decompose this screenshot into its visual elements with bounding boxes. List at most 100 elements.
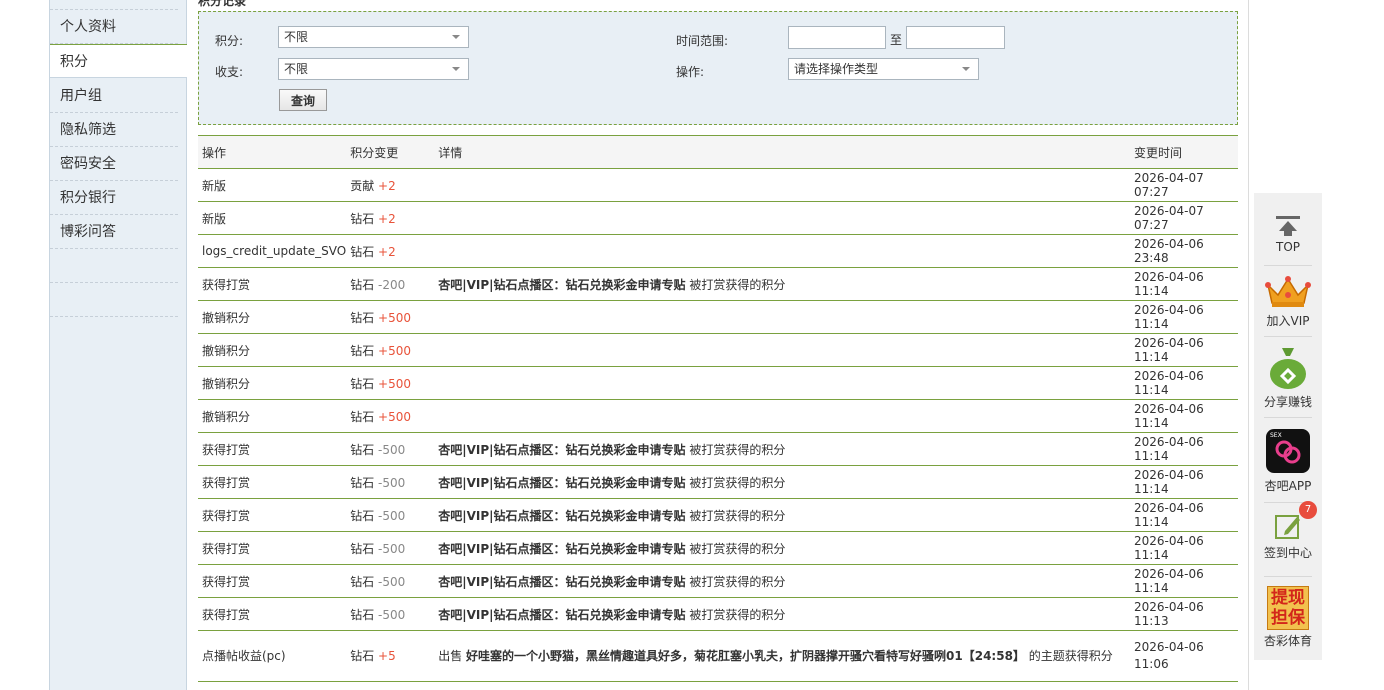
app-icon: SEX <box>1266 429 1310 473</box>
main-content: 积分记录 积分: 不限 收支: 不限 时间范围: 至 操作: 请选择操作类型 查… <box>198 0 1238 690</box>
row-detail-suffix: 被打赏获得的积分 <box>685 508 786 523</box>
row-change: 钻石 +2 <box>346 234 435 268</box>
thread-link[interactable]: 杏吧|VIP|钻石点播区：钻石兑换彩金申请专贴 <box>438 476 685 490</box>
top-label: TOP <box>1275 240 1300 254</box>
row-delta: +500 <box>378 409 412 424</box>
row-unit: 钻石 <box>350 310 375 325</box>
operation-select[interactable]: 请选择操作类型 <box>788 58 979 80</box>
thread-link[interactable]: 好哇塞的一个小野猫，黑丝情趣道具好多，菊花肛塞小乳夫，扩阴器撑开骚穴看特写好骚咧… <box>466 649 1025 663</box>
row-detail <box>434 201 1130 235</box>
checkin-badge: 7 <box>1299 501 1317 519</box>
thread-link[interactable]: 杏吧|VIP|钻石点播区：钻石兑换彩金申请专贴 <box>438 443 685 457</box>
sidebar-item-password[interactable]: 密码安全 <box>50 147 178 181</box>
sidebar-item-label: 个人资料 <box>60 19 116 35</box>
row-operation: logs_credit_update_SVO <box>198 234 347 268</box>
share-earn-button[interactable]: 分享赚钱 <box>1254 346 1322 410</box>
row-operation: 新版 <box>198 201 347 235</box>
row-time: 2026-04-06 11:14 <box>1130 564 1238 598</box>
row-detail <box>434 333 1130 367</box>
sidebar-item-privacy[interactable]: 隐私筛选 <box>50 113 178 147</box>
income-select[interactable]: 不限 <box>278 58 469 80</box>
sidebar: 个人资料 积分 用户组 隐私筛选 密码安全 积分银行 博彩问答 <box>49 0 187 690</box>
row-time: 2026-04-06 11:14 <box>1130 366 1238 400</box>
row-delta: -200 <box>378 277 406 292</box>
thread-link[interactable]: 杏吧|VIP|钻石点播区：钻石兑换彩金申请专贴 <box>438 542 685 556</box>
sidebar-divider <box>50 249 178 283</box>
table-row: 点播帖收益(pc) 钻石 +5 出售 好哇塞的一个小野猫，黑丝情趣道具好多，菊花肛塞… <box>198 630 1238 682</box>
time-range-separator: 至 <box>890 33 903 47</box>
row-detail: 杏吧|VIP|钻石点播区：钻石兑换彩金申请专贴 被打赏获得的积分 <box>434 498 1130 532</box>
sidebar-item-hidden-top[interactable] <box>50 0 178 10</box>
row-operation: 获得打赏 <box>198 564 347 598</box>
row-time: 2026-04-06 11:14 <box>1130 498 1238 532</box>
app-download-button[interactable]: SEX 杏吧APP <box>1254 429 1322 494</box>
guarantee-label: 杏彩体育 <box>1263 634 1312 648</box>
row-unit: 钻石 <box>350 343 375 358</box>
row-unit: 钻石 <box>350 244 375 259</box>
row-time: 2026-04-07 07:27 <box>1130 168 1238 202</box>
sidebar-item-profile[interactable]: 个人资料 <box>50 10 178 44</box>
column-header-operation: 操作 <box>198 135 347 169</box>
table-row: 获得打赏 钻石 -500 杏吧|VIP|钻石点播区：钻石兑换彩金申请专贴 被打赏获得… <box>198 564 1238 598</box>
row-delta: -500 <box>378 442 406 457</box>
row-time: 2026-04-06 11:14 <box>1130 465 1238 499</box>
row-detail <box>434 366 1130 400</box>
thread-link[interactable]: 杏吧|VIP|钻石点播区：钻石兑换彩金申请专贴 <box>438 509 685 523</box>
row-change: 钻石 -500 <box>346 465 435 499</box>
row-change: 钻石 -500 <box>346 531 435 565</box>
row-delta: -500 <box>378 607 406 622</box>
vip-label: 加入VIP <box>1266 314 1310 328</box>
row-change: 钻石 +5 <box>346 630 435 682</box>
back-to-top-button[interactable]: TOP <box>1254 215 1322 254</box>
checkin-center-button[interactable]: 签到中心 7 <box>1254 501 1322 561</box>
time-from-input[interactable] <box>788 26 886 49</box>
sidebar-item-betting-qa[interactable]: 博彩问答 <box>50 215 178 249</box>
row-change: 钻石 +500 <box>346 399 435 433</box>
column-header-time: 变更时间 <box>1130 135 1238 169</box>
row-detail-suffix: 被打赏获得的积分 <box>685 574 786 589</box>
column-header-change: 积分变更 <box>346 135 435 169</box>
app-label: 杏吧APP <box>1264 479 1312 493</box>
arrow-up-icon <box>1276 216 1300 236</box>
time-to-input[interactable] <box>906 26 1005 49</box>
row-change: 钻石 +2 <box>346 201 435 235</box>
row-unit: 钻石 <box>350 409 375 424</box>
row-delta: +500 <box>378 343 412 358</box>
table-row: 获得打赏 钻石 -500 杏吧|VIP|钻石点播区：钻石兑换彩金申请专贴 被打赏获得… <box>198 531 1238 565</box>
row-detail: 杏吧|VIP|钻石点播区：钻石兑换彩金申请专贴 被打赏获得的积分 <box>434 531 1130 565</box>
sidebar-item-label: 密码安全 <box>60 156 116 172</box>
share-label: 分享赚钱 <box>1263 395 1312 409</box>
guarantee-icon: 提现 担保 <box>1267 586 1309 630</box>
row-time: 2026-04-06 11:14 <box>1130 300 1238 334</box>
table-row: 获得打赏 钻石 -200 杏吧|VIP|钻石点播区：钻石兑换彩金申请专贴 被打赏获得… <box>198 267 1238 301</box>
sidebar-item-credits[interactable]: 积分 <box>50 44 187 78</box>
row-delta: -500 <box>378 574 406 589</box>
row-unit: 钻石 <box>350 541 375 556</box>
row-unit: 钻石 <box>350 376 375 391</box>
sidebar-item-label: 用户组 <box>60 88 102 104</box>
thread-link[interactable]: 杏吧|VIP|钻石点播区：钻石兑换彩金申请专贴 <box>438 278 685 292</box>
thread-link[interactable]: 杏吧|VIP|钻石点播区：钻石兑换彩金申请专贴 <box>438 575 685 589</box>
credit-type-select[interactable]: 不限 <box>278 26 469 48</box>
chevron-down-icon <box>962 67 970 71</box>
sidebar-item-label: 隐私筛选 <box>60 122 116 138</box>
filter-panel: 积分: 不限 收支: 不限 时间范围: 至 操作: 请选择操作类型 查询 <box>198 11 1238 125</box>
row-detail-suffix: 被打赏获得的积分 <box>685 607 786 622</box>
sidebar-item-label: 积分银行 <box>60 190 116 206</box>
sidebar-item-credit-bank[interactable]: 积分银行 <box>50 181 178 215</box>
page-title: 积分记录 <box>198 0 247 8</box>
sidebar-item-usergroup[interactable]: 用户组 <box>50 79 178 113</box>
join-vip-button[interactable]: 加入VIP <box>1254 275 1322 329</box>
row-time: 2026-04-06 11:13 <box>1130 597 1238 631</box>
guarantee-button[interactable]: 提现 担保 杏彩体育 <box>1254 586 1322 649</box>
row-delta: +5 <box>378 648 396 663</box>
row-detail-suffix: 的主题获得积分 <box>1024 648 1113 663</box>
row-detail: 杏吧|VIP|钻石点播区：钻石兑换彩金申请专贴 被打赏获得的积分 <box>434 267 1130 301</box>
row-operation: 点播帖收益(pc) <box>198 630 347 682</box>
search-button[interactable]: 查询 <box>279 89 327 111</box>
divider <box>1264 417 1312 418</box>
table-body: 新版 贡献 +2 2026-04-07 07:27 新版 钻石 +2 2026-04-07… <box>198 168 1238 682</box>
app-logo-icon <box>1275 440 1301 464</box>
thread-link[interactable]: 杏吧|VIP|钻石点播区：钻石兑换彩金申请专贴 <box>438 608 685 622</box>
money-bag-icon <box>1270 348 1306 389</box>
